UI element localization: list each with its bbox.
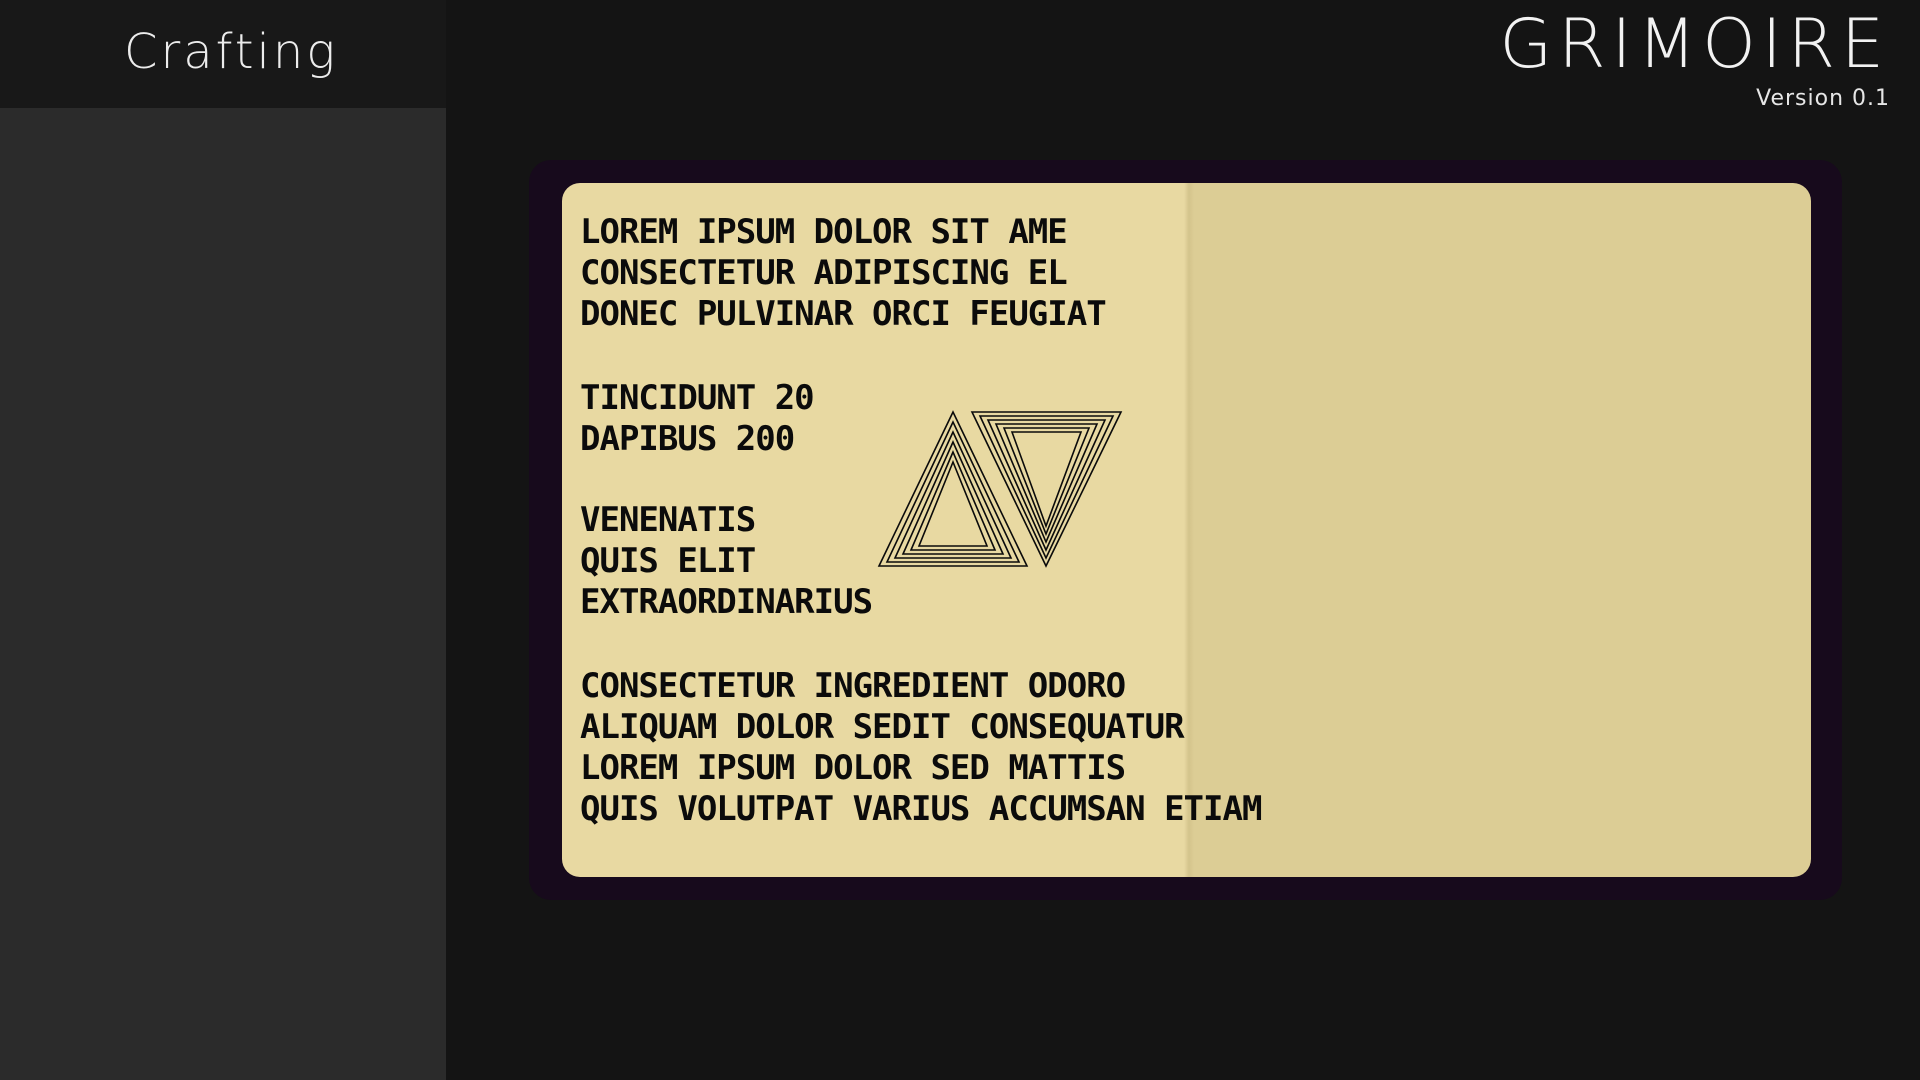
recipe-intro-line: CONSECTETUR ADIPISCING EL [580,253,1068,293]
game-title: GRIMOIRE [1499,5,1890,84]
book-page-right[interactable] [1188,183,1811,877]
sidebar-panel [0,108,446,1080]
recipe-intro-line: LOREM IPSUM DOLOR SIT AME [580,212,1068,252]
sidebar-title: Crafting [124,24,339,80]
game-screen: Crafting GRIMOIRE Version 0.1 LOREM IPSU… [0,0,1920,1080]
version-label: Version 0.1 [1756,86,1890,111]
ingredient-line: EXTRAORDINARIUS [580,582,873,622]
recipe-intro-line: DONEC PULVINAR ORCI FEUGIAT [580,294,1107,334]
sidebar-header: Crafting [0,0,446,108]
book-spine [1184,183,1194,877]
description-line: QUIS VOLUTPAT VARIUS ACCUMSAN ETIAM [580,789,1262,829]
recipe-description: CONSECTETUR INGREDIENT ODORO ALIQUAM DOL… [580,666,1262,830]
brand: GRIMOIRE Version 0.1 [1499,5,1890,112]
description-line: ALIQUAM DOLOR SEDIT CONSEQUATUR [580,707,1185,747]
description-line: LOREM IPSUM DOLOR SED MATTIS [580,748,1126,788]
crafting-sigil-icon [877,410,1123,568]
description-line: CONSECTETUR INGREDIENT ODORO [580,666,1126,706]
recipe-intro: LOREM IPSUM DOLOR SIT AME CONSECTETUR AD… [580,212,1180,335]
